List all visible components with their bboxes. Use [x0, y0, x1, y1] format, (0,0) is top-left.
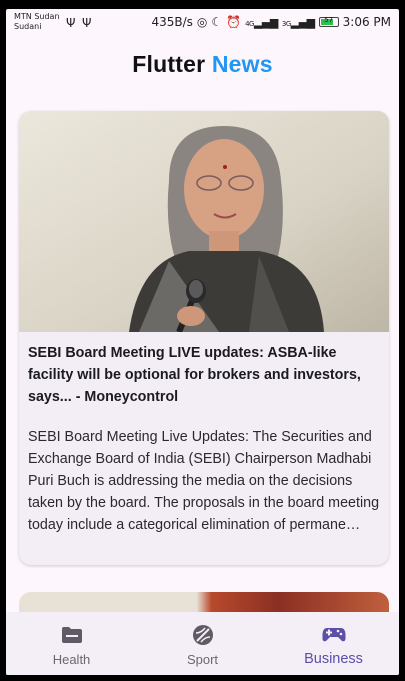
folder-icon: [60, 624, 84, 646]
signal-icon-2: 3G▂▄▆: [281, 15, 315, 29]
article-title: SEBI Board Meeting LIVE updates: ASBA-li…: [28, 345, 361, 405]
sports-ball-icon: [191, 624, 215, 646]
nav-label-health: Health: [52, 652, 91, 667]
moon-icon: ☾: [211, 15, 223, 29]
nav-label-business: Business: [304, 651, 363, 667]
article-description: SEBI Board Meeting Live Updates: The Sec…: [28, 429, 380, 533]
carrier-line-2: Sudani: [14, 22, 42, 31]
signal-icon-1: 4G▂▄▆: [245, 15, 278, 29]
network-type-2: 3G: [281, 19, 291, 28]
nav-item-health[interactable]: Health: [6, 612, 137, 675]
nav-item-sport[interactable]: Sport: [137, 612, 268, 675]
alarm-icon: ⏰: [226, 15, 242, 29]
app-title-news: News: [211, 51, 273, 77]
usb-debug-icon: Ψ: [82, 16, 92, 30]
app-title: Flutter News: [6, 51, 399, 78]
nav-item-business[interactable]: Business: [268, 612, 399, 675]
battery-icon: 57: [318, 16, 339, 27]
app-screen: MTN Sudan Sudani Ψ Ψ 435B/s ◎ ☾ ⏰ 4G▂▄▆ …: [6, 9, 399, 675]
status-bar: MTN Sudan Sudani Ψ Ψ 435B/s ◎ ☾ ⏰ 4G▂▄▆ …: [6, 9, 399, 39]
hotspot-icon: ◎: [196, 15, 208, 29]
news-image: [19, 111, 389, 332]
app-title-flutter: Flutter: [132, 51, 206, 77]
usb-icon: Ψ: [66, 16, 76, 30]
bottom-navigation: Health Sport Business: [6, 612, 399, 675]
network-type-1: 4G: [245, 19, 254, 28]
news-photo-illustration: [19, 111, 389, 332]
gamepad-icon: [322, 624, 346, 646]
carrier-line-1: MTN Sudan: [14, 12, 60, 21]
nav-label-sport: Sport: [186, 652, 219, 667]
battery-level: 57: [324, 16, 334, 24]
network-speed: 435B/s: [151, 15, 193, 29]
news-card[interactable]: SEBI Board Meeting LIVE updates: ASBA-li…: [19, 111, 389, 565]
carrier-name: MTN Sudan Sudani: [14, 12, 68, 32]
status-indicators: 435B/s ◎ ☾ ⏰ 4G▂▄▆ 3G▂▄▆ 57 3:06 PM: [151, 15, 391, 29]
status-time: 3:06 PM: [342, 15, 391, 29]
